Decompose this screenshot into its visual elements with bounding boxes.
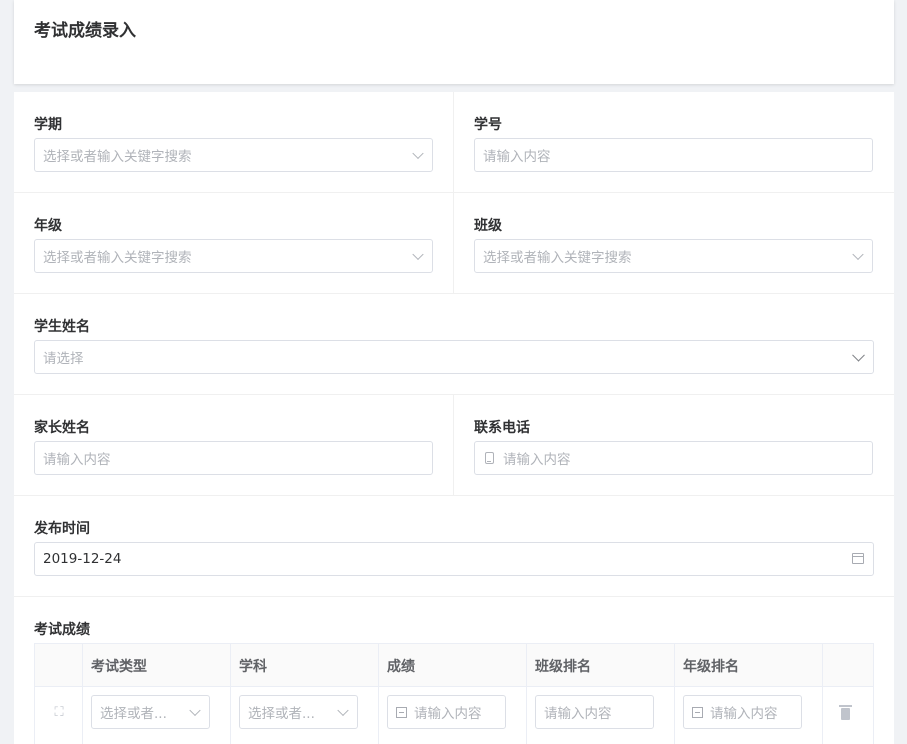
form-row-term: 学期 选择或者输入关键字搜索 学号 请输入内容 bbox=[14, 92, 894, 193]
chevron-down-icon bbox=[412, 248, 424, 261]
score-placeholder: 请输入内容 bbox=[414, 706, 482, 722]
class-label: 班级 bbox=[474, 218, 502, 234]
scores-label: 考试成绩 bbox=[34, 622, 90, 638]
class-rank-input[interactable]: 请输入内容 bbox=[535, 695, 654, 729]
grade-placeholder: 选择或者输入关键字搜索 bbox=[43, 250, 192, 266]
header-class-rank: 班级排名 bbox=[527, 644, 675, 686]
student-no-cell: 学号 请输入内容 bbox=[454, 92, 894, 192]
chevron-down-icon bbox=[337, 704, 349, 717]
header-exam-type: 考试类型 bbox=[83, 644, 231, 686]
grade-select[interactable]: 选择或者输入关键字搜索 bbox=[34, 239, 433, 273]
header-subject: 学科 bbox=[231, 644, 379, 686]
header-exam-type-label: 考试类型 bbox=[91, 659, 147, 675]
chevron-down-icon bbox=[852, 348, 865, 362]
chevron-down-icon bbox=[412, 147, 424, 160]
header-actions-col bbox=[823, 644, 875, 686]
score-input[interactable]: 请输入内容 bbox=[387, 695, 506, 729]
exam-type-placeholder: 选择或者... bbox=[100, 706, 167, 722]
publish-time-label: 发布时间 bbox=[34, 521, 90, 537]
exam-type-select[interactable]: 选择或者... bbox=[91, 695, 210, 729]
parent-name-placeholder: 请输入内容 bbox=[43, 452, 111, 468]
publish-time-cell: 发布时间 2019-12-24 bbox=[14, 496, 894, 596]
trash-lid bbox=[839, 705, 852, 707]
term-placeholder: 选择或者输入关键字搜索 bbox=[43, 149, 192, 165]
phone-cell: 联系电话 请输入内容 bbox=[454, 395, 894, 495]
form-row-parent: 家长姓名 请输入内容 联系电话 请输入内容 bbox=[14, 395, 894, 496]
class-select[interactable]: 选择或者输入关键字搜索 bbox=[474, 239, 873, 273]
phone-label: 联系电话 bbox=[474, 420, 530, 436]
term-cell: 学期 选择或者输入关键字搜索 bbox=[14, 92, 454, 192]
subject-select[interactable]: 选择或者... bbox=[239, 695, 358, 729]
row-score-cell: 请输入内容 bbox=[379, 687, 527, 744]
header-score-label: 成绩 bbox=[387, 659, 415, 675]
student-name-placeholder: 请选择 bbox=[43, 351, 84, 367]
form-card: 学期 选择或者输入关键字搜索 学号 请输入内容 年级 选择或者输入关键字搜索 班… bbox=[14, 92, 894, 744]
chevron-down-icon bbox=[852, 248, 864, 261]
grade-rank-input[interactable]: 请输入内容 bbox=[683, 695, 802, 729]
parent-name-cell: 家长姓名 请输入内容 bbox=[14, 395, 454, 495]
header-grade-rank: 年级排名 bbox=[675, 644, 823, 686]
form-row-student-name: 学生姓名 请选择 bbox=[14, 294, 894, 395]
class-cell: 班级 选择或者输入关键字搜索 bbox=[454, 193, 894, 293]
subject-placeholder: 选择或者... bbox=[248, 706, 315, 722]
row-actions-cell bbox=[823, 687, 875, 744]
grade-label: 年级 bbox=[34, 218, 62, 234]
calendar-icon bbox=[852, 553, 864, 564]
publish-time-value: 2019-12-24 bbox=[43, 551, 122, 567]
row-subject-cell: 选择或者... bbox=[231, 687, 379, 744]
phone-input[interactable]: 请输入内容 bbox=[474, 441, 873, 475]
parent-name-label: 家长姓名 bbox=[34, 420, 90, 436]
trash-icon[interactable] bbox=[839, 705, 852, 720]
row-class-rank-cell: 请输入内容 bbox=[527, 687, 675, 744]
student-name-cell: 学生姓名 请选择 bbox=[14, 294, 894, 394]
term-label: 学期 bbox=[34, 117, 62, 133]
trash-body bbox=[841, 708, 850, 720]
phone-icon bbox=[485, 452, 494, 464]
class-placeholder: 选择或者输入关键字搜索 bbox=[483, 250, 632, 266]
class-rank-placeholder: 请输入内容 bbox=[544, 706, 612, 722]
page-title: 考试成绩录入 bbox=[34, 21, 136, 41]
form-row-publish-time: 发布时间 2019-12-24 bbox=[14, 496, 894, 597]
chevron-down-icon bbox=[189, 704, 201, 717]
header-grade-rank-label: 年级排名 bbox=[683, 659, 739, 675]
header-score: 成绩 bbox=[379, 644, 527, 686]
publish-time-picker[interactable]: 2019-12-24 bbox=[34, 542, 874, 576]
header-card: 考试成绩录入 bbox=[14, 0, 894, 84]
row-handle-cell: ⛶ bbox=[35, 687, 83, 744]
scores-table: 考试类型 学科 成绩 班级排名 年级排名 ⛶ 选择或者... 选择或者... 请… bbox=[34, 643, 874, 744]
grade-rank-placeholder: 请输入内容 bbox=[710, 706, 778, 722]
student-name-label: 学生姓名 bbox=[34, 319, 90, 335]
table-row: ⛶ 选择或者... 选择或者... 请输入内容 请输入内容 请输入内容 bbox=[35, 687, 873, 744]
term-select[interactable]: 选择或者输入关键字搜索 bbox=[34, 138, 433, 172]
row-grade-rank-cell: 请输入内容 bbox=[675, 687, 823, 744]
student-no-placeholder: 请输入内容 bbox=[483, 149, 551, 165]
row-exam-type-cell: 选择或者... bbox=[83, 687, 231, 744]
student-no-label: 学号 bbox=[474, 117, 502, 133]
grade-cell: 年级 选择或者输入关键字搜索 bbox=[14, 193, 454, 293]
parent-name-input[interactable]: 请输入内容 bbox=[34, 441, 433, 475]
header-handle-col bbox=[35, 644, 83, 686]
phone-placeholder: 请输入内容 bbox=[503, 452, 571, 468]
table-header: 考试类型 学科 成绩 班级排名 年级排名 bbox=[35, 644, 873, 687]
student-name-select[interactable]: 请选择 bbox=[34, 340, 874, 374]
drag-handle-icon[interactable]: ⛶ bbox=[52, 706, 66, 720]
score-icon bbox=[396, 706, 407, 718]
form-row-grade: 年级 选择或者输入关键字搜索 班级 选择或者输入关键字搜索 bbox=[14, 193, 894, 294]
header-class-rank-label: 班级排名 bbox=[535, 659, 591, 675]
rank-icon bbox=[692, 706, 703, 718]
student-no-input[interactable]: 请输入内容 bbox=[474, 138, 873, 172]
header-subject-label: 学科 bbox=[239, 659, 267, 675]
